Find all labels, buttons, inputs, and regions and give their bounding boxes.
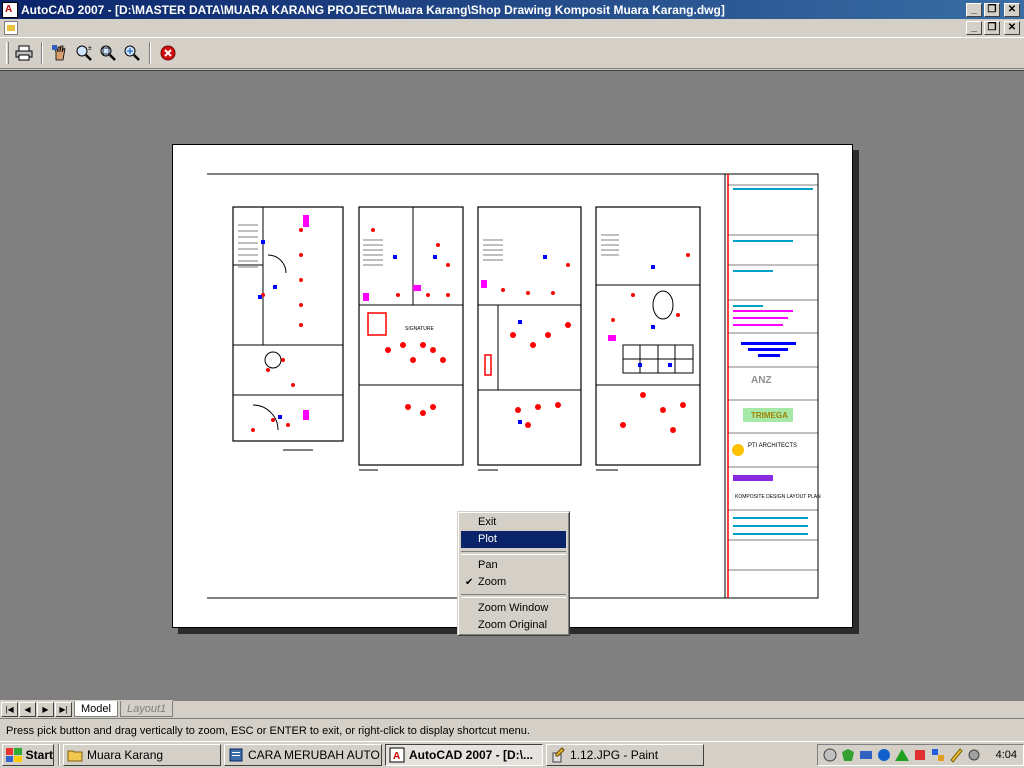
menu-item-pan-label: Pan bbox=[478, 559, 498, 571]
toolbar-separator bbox=[41, 42, 43, 64]
document-icon[interactable] bbox=[4, 21, 18, 35]
document-close-button[interactable]: ✕ bbox=[1004, 21, 1020, 35]
menu-item-zoom-label: Zoom bbox=[478, 576, 507, 588]
floor-plan-first: SIGNATURE bbox=[358, 206, 464, 471]
menu-item-plot[interactable]: Plot bbox=[461, 531, 566, 548]
menu-separator bbox=[461, 591, 566, 600]
menu-item-zoom-original-label: Zoom Original bbox=[478, 619, 548, 631]
tab-nav-prev-button[interactable]: ◀ bbox=[19, 702, 36, 717]
floor-plan-ground bbox=[232, 206, 344, 451]
menu-item-pan[interactable]: Pan bbox=[461, 557, 566, 574]
svg-text:SIGNATURE: SIGNATURE bbox=[405, 326, 434, 332]
floor-plan-second bbox=[477, 206, 582, 471]
security-icon[interactable] bbox=[912, 747, 928, 763]
close-preview-icon[interactable] bbox=[156, 42, 179, 64]
taskbar-item-muara-karang[interactable]: Muara Karang bbox=[63, 744, 221, 766]
windows-logo-icon bbox=[6, 748, 22, 762]
pan-icon[interactable] bbox=[48, 42, 71, 64]
toolbar-grip[interactable] bbox=[6, 42, 9, 64]
title-block-contractor: TRIMEGA bbox=[751, 411, 788, 420]
taskbar-item-cara-merubah[interactable]: CARA MERUBAH AUTO... bbox=[224, 744, 382, 766]
folder-icon bbox=[67, 750, 83, 762]
layout-tab-bar: |◀ ◀ ▶ ▶| Model Layout1 bbox=[0, 700, 1024, 717]
window-title-bar[interactable]: AutoCAD 2007 - [D:\MASTER DATA\MUARA KAR… bbox=[0, 0, 1024, 19]
paint-icon bbox=[552, 747, 565, 763]
taskbar-item-autocad[interactable]: A AutoCAD 2007 - [D:\... bbox=[385, 744, 543, 766]
zoom-window-icon[interactable] bbox=[96, 42, 119, 64]
taskbar-item-label: CARA MERUBAH AUTO... bbox=[248, 748, 382, 762]
document-minimize-button[interactable]: _ bbox=[966, 21, 982, 35]
tab-nav-first-button[interactable]: |◀ bbox=[1, 702, 18, 717]
taskbar-clock[interactable]: 4:04 bbox=[996, 749, 1017, 761]
zoom-realtime-icon[interactable]: ± bbox=[72, 42, 95, 64]
menu-item-zoom-original[interactable]: Zoom Original bbox=[461, 617, 566, 634]
system-tray: 4:04 bbox=[816, 744, 1024, 766]
title-block-client: ANZ bbox=[751, 375, 772, 386]
tab-nav-next-button[interactable]: ▶ bbox=[37, 702, 54, 717]
alert-icon[interactable] bbox=[894, 747, 910, 763]
svg-text:A: A bbox=[393, 751, 400, 762]
floor-plan-third bbox=[595, 206, 701, 471]
tab-model[interactable]: Model bbox=[74, 701, 118, 717]
plot-preview-canvas[interactable]: SIGNATURE ANZ TRIMEGA PTI ARCHITECTS KOM… bbox=[0, 70, 1024, 700]
tab-bar-fill bbox=[173, 700, 1024, 701]
taskbar-separator bbox=[58, 744, 60, 766]
printer-icon[interactable] bbox=[12, 42, 35, 64]
tab-nav-last-button[interactable]: ▶| bbox=[55, 702, 72, 717]
bluetooth-icon[interactable] bbox=[876, 747, 892, 763]
toolbar-separator bbox=[149, 42, 151, 64]
zoom-original-icon[interactable] bbox=[120, 42, 143, 64]
title-block: ANZ TRIMEGA PTI ARCHITECTS KOMPOSITE DES… bbox=[724, 173, 821, 599]
menu-item-zoom-window-label: Zoom Window bbox=[478, 602, 549, 614]
menu-item-zoom[interactable]: ✔ Zoom bbox=[461, 574, 566, 591]
svg-text:±: ± bbox=[88, 45, 92, 52]
command-prompt: Press pick button and drag vertically to… bbox=[0, 718, 1024, 740]
network-icon[interactable] bbox=[822, 747, 838, 763]
checkmark-icon: ✔ bbox=[465, 577, 474, 588]
title-block-architect: PTI ARCHITECTS bbox=[748, 443, 797, 449]
autocad-app-icon[interactable] bbox=[2, 1, 18, 18]
window-title: AutoCAD 2007 - [D:\MASTER DATA\MUARA KAR… bbox=[21, 2, 725, 17]
title-block-drawing-title: KOMPOSITE DESIGN LAYOUT PLAN bbox=[735, 494, 821, 500]
preview-toolbar: ± bbox=[0, 37, 1024, 69]
context-menu: Exit Plot Pan ✔ Zoom Zoom Window Zoom Ori… bbox=[457, 511, 570, 636]
antivirus-icon[interactable] bbox=[840, 747, 856, 763]
menu-item-plot-label: Plot bbox=[478, 533, 497, 545]
taskbar-item-label: Muara Karang bbox=[87, 748, 164, 762]
menu-item-exit[interactable]: Exit bbox=[461, 514, 566, 531]
menu-item-zoom-window[interactable]: Zoom Window bbox=[461, 600, 566, 617]
connection-icon[interactable] bbox=[858, 747, 874, 763]
document-icon bbox=[229, 748, 243, 762]
autocad-icon: A bbox=[389, 747, 405, 763]
pen-icon[interactable] bbox=[948, 747, 964, 763]
windows-taskbar: Start Muara Karang CARA MERUBAH AUTO... … bbox=[0, 741, 1024, 768]
menu-item-exit-label: Exit bbox=[478, 516, 497, 528]
taskbar-item-paint[interactable]: 1.12.JPG - Paint bbox=[546, 744, 704, 766]
taskbar-item-label: 1.12.JPG - Paint bbox=[570, 748, 659, 762]
settings-icon[interactable] bbox=[966, 747, 982, 763]
menu-separator bbox=[461, 548, 566, 557]
taskbar-item-label: AutoCAD 2007 - [D:\... bbox=[409, 748, 534, 762]
restore-button[interactable]: ❐ bbox=[984, 2, 1000, 17]
document-restore-button[interactable]: ❐ bbox=[984, 21, 1000, 35]
start-label: Start bbox=[25, 748, 53, 762]
tab-layout1[interactable]: Layout1 bbox=[119, 701, 174, 717]
minimize-button[interactable]: _ bbox=[966, 2, 982, 17]
apps-icon[interactable] bbox=[930, 747, 946, 763]
document-bar: _ ❐ ✕ bbox=[0, 19, 1024, 37]
close-button[interactable]: ✕ bbox=[1004, 2, 1020, 17]
start-button[interactable]: Start bbox=[2, 744, 54, 766]
